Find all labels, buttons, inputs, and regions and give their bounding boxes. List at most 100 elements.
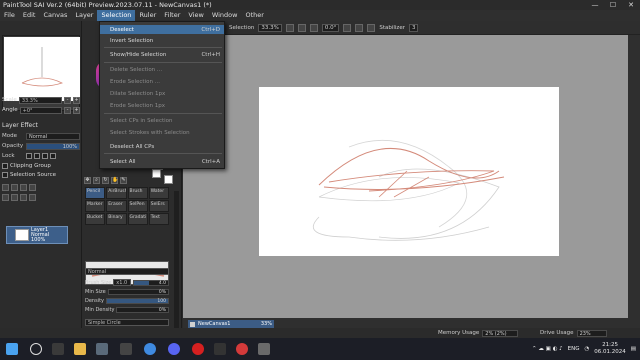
minimize-button[interactable]: — (586, 0, 604, 10)
tool-pencil[interactable]: Pencil (85, 187, 106, 199)
layer-trash-icon[interactable] (29, 193, 36, 201)
density-slider[interactable]: 100 (106, 297, 169, 304)
selection-source-checkbox[interactable] (2, 172, 8, 178)
scale-plus-button[interactable]: + (73, 96, 80, 104)
menu-canvas[interactable]: Canvas (39, 10, 71, 21)
notification-icon[interactable]: ▤ (631, 346, 636, 352)
circle-option-select[interactable]: Simple Circle (85, 319, 169, 326)
canvas-paper[interactable] (259, 87, 559, 256)
delete-layer-button[interactable] (29, 183, 36, 191)
menu-selection[interactable]: Selection (97, 10, 136, 21)
clear-layer-button[interactable] (20, 193, 27, 201)
background-color-swatch[interactable] (164, 175, 173, 184)
menu-item-select-strokes[interactable]: Select Strokes with Selection (100, 128, 224, 137)
windows-start-icon[interactable] (6, 343, 18, 355)
brush-size-multiplier[interactable]: x1.0 (113, 279, 132, 286)
menu-layer[interactable]: Layer (71, 10, 97, 21)
menu-item-invert-selection[interactable]: Invert Selection (100, 36, 224, 45)
discord-icon[interactable] (168, 343, 180, 355)
maximize-button[interactable]: ☐ (604, 0, 622, 10)
secondary-color-swatch[interactable] (152, 169, 161, 178)
zoom-icon[interactable]: ⌕ (93, 176, 100, 184)
painttool-sai-icon[interactable] (258, 343, 270, 355)
tool-bucket[interactable]: Bucket (85, 213, 106, 225)
language-indicator[interactable]: ENG (568, 346, 580, 352)
menu-view[interactable]: View (184, 10, 207, 21)
stabilizer-select[interactable]: 3 (408, 23, 419, 32)
rotate-left-button[interactable] (343, 23, 352, 32)
tool-eraser[interactable]: Eraser (106, 200, 127, 212)
lock-alpha-checkbox[interactable] (50, 153, 56, 159)
tool-text[interactable]: Text (148, 213, 169, 225)
tool-gradation[interactable]: Gradati (127, 213, 148, 225)
browser-icon[interactable] (144, 343, 156, 355)
canvas-viewport[interactable] (183, 35, 628, 318)
mode-select[interactable]: Normal (26, 132, 80, 140)
app-icon-1[interactable] (96, 343, 108, 355)
menu-filter[interactable]: Filter (160, 10, 184, 21)
lock-paint-checkbox[interactable] (42, 153, 48, 159)
lock-move-checkbox[interactable] (34, 153, 40, 159)
angle-plus-button[interactable]: + (73, 106, 80, 114)
menu-edit[interactable]: Edit (19, 10, 40, 21)
eyedropper-icon[interactable]: ✎ (120, 176, 127, 184)
scale-field[interactable]: 33.3% (18, 96, 62, 104)
min-size-slider[interactable]: 0% (107, 288, 169, 295)
app-icon-3[interactable] (214, 343, 226, 355)
app-icon-2[interactable] (120, 343, 132, 355)
menu-item-erode-1px[interactable]: Erode Selection 1px (100, 101, 224, 110)
layer-effect-title[interactable]: Layer Effect (2, 122, 80, 129)
tool-binary[interactable]: Binary (106, 213, 127, 225)
layer-list-item[interactable]: Layer1 Normal 100% (6, 226, 68, 244)
brush-size-slider[interactable]: 4.0 (133, 279, 169, 286)
new-linework-button[interactable] (11, 183, 18, 191)
rotate-icon[interactable]: ↻ (102, 176, 109, 184)
angle-field[interactable]: +0° (19, 106, 62, 114)
tool-panel-scrollbar[interactable] (174, 191, 179, 341)
hand-icon[interactable]: ✋ (111, 176, 118, 184)
zoom-in-button[interactable] (297, 23, 306, 32)
merge-down-button[interactable] (11, 193, 18, 201)
zoom-reset-button[interactable] (309, 23, 318, 32)
menu-item-select-all[interactable]: Select All Ctrl+A (100, 157, 224, 166)
clock[interactable]: 21:25 06.01.2024 (594, 342, 626, 356)
zoom-out-button[interactable] (285, 23, 294, 32)
rotation-field[interactable]: 0.0° (321, 23, 340, 32)
zoom-field[interactable]: 33.3% (258, 23, 282, 32)
flip-button[interactable] (367, 23, 376, 32)
opera-icon[interactable] (192, 343, 204, 355)
rotate-right-button[interactable] (355, 23, 364, 32)
tray-icons[interactable]: ⌃ ☁ ▣ ◐ ♪ (532, 346, 563, 352)
menu-ruler[interactable]: Ruler (135, 10, 160, 21)
menu-item-deselect-all-cps[interactable]: Deselect All CPs (100, 142, 224, 151)
menu-item-deselect[interactable]: Deselect Ctrl+D (100, 25, 224, 34)
menu-item-select-cps[interactable]: Select CPs in Selection (100, 116, 224, 125)
tool-selers[interactable]: SelErs (148, 200, 169, 212)
task-view-icon[interactable] (52, 343, 64, 355)
canvas-vertical-scrollbar[interactable] (628, 35, 640, 318)
menu-item-erode-selection[interactable]: Erode Selection ... (100, 77, 224, 86)
menu-item-delete-selection[interactable]: Delete Selection ... (100, 65, 224, 74)
clipping-checkbox[interactable] (2, 163, 8, 169)
menu-window[interactable]: Window (208, 10, 242, 21)
record-icon[interactable] (236, 343, 248, 355)
canvas-tab[interactable]: NewCanvas1 33% (188, 320, 274, 328)
tool-water[interactable]: Water (148, 187, 169, 199)
scale-minus-button[interactable]: - (64, 96, 71, 104)
menu-item-show-hide-selection[interactable]: Show/Hide Selection Ctrl+H (100, 50, 224, 59)
menu-file[interactable]: File (0, 10, 19, 21)
tool-selpen[interactable]: SelPen (127, 200, 148, 212)
move-icon[interactable]: ✥ (84, 176, 91, 184)
navigator-thumbnail[interactable] (4, 37, 80, 101)
lock-all-checkbox[interactable] (26, 153, 32, 159)
blend-mode-select[interactable]: Normal (85, 268, 169, 275)
menu-item-dilate-1px[interactable]: Dilate Selection 1px (100, 89, 224, 98)
new-folder-button[interactable] (20, 183, 27, 191)
tool-brush[interactable]: Brush (127, 187, 148, 199)
opacity-slider[interactable]: 100% (26, 142, 80, 150)
min-density-slider[interactable]: 0% (116, 306, 169, 313)
new-layer-button[interactable] (2, 183, 9, 191)
tool-marker[interactable]: Marker (85, 200, 106, 212)
tool-airbrush[interactable]: AirBrush (106, 187, 127, 199)
file-explorer-icon[interactable] (74, 343, 86, 355)
